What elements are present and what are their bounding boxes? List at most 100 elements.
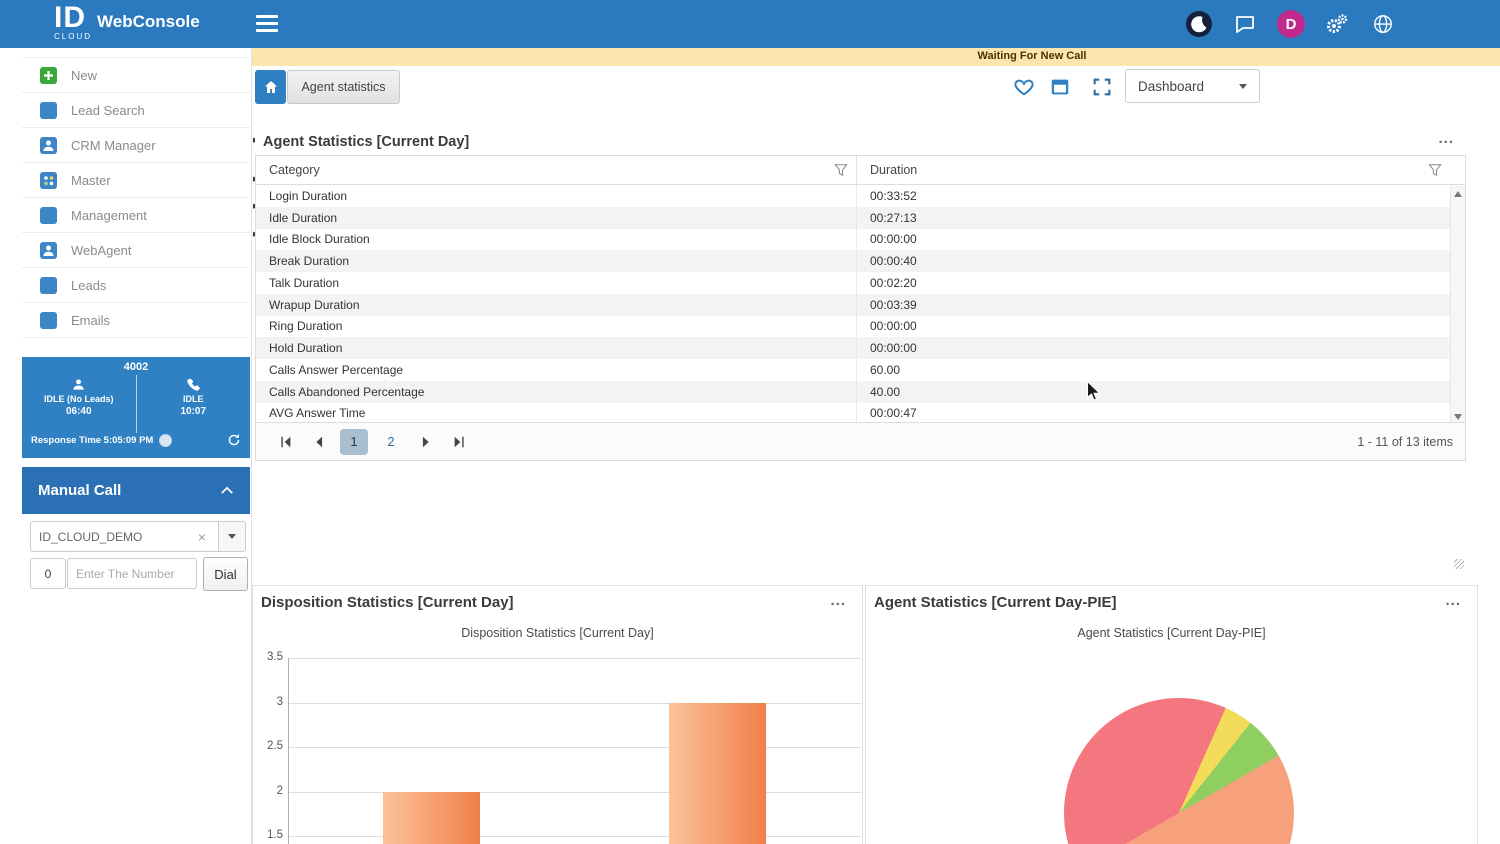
column-label: Duration [870,163,917,177]
tab-agent-statistics[interactable]: Agent statistics [287,70,400,104]
dashboard-toolbar [1010,73,1116,101]
clear-icon[interactable]: × [194,529,210,545]
widget-title: Agent Statistics [Current Day] [263,134,469,150]
table-row[interactable]: Hold Duration 00:00:00 [256,337,1450,359]
refresh-icon[interactable] [227,433,241,447]
grid-header: Category Duration [256,156,1465,185]
filter-icon[interactable] [1428,163,1442,177]
chat-icon[interactable] [1228,7,1262,41]
sidebar-item-lead-search[interactable]: Lead Search [22,93,250,128]
table-row[interactable]: Login Duration 00:33:52 [256,185,1450,207]
sidebar-item-management[interactable]: Management [22,198,250,233]
tab-label: Agent statistics [301,80,385,94]
modules-grid-icon [40,172,57,189]
duration-cell: 60.00 [856,359,1450,381]
table-row[interactable]: Ring Duration 00:00:00 [256,316,1450,338]
duration-cell: 00:00:00 [856,316,1450,338]
duration-cell: 00:00:47 [856,403,1450,425]
first-page-button[interactable] [274,430,298,454]
table-row[interactable]: Talk Duration 00:02:20 [256,272,1450,294]
column-label: Category [269,163,320,177]
settings-gears-icon[interactable] [1320,7,1354,41]
grid-body: Login Duration 00:33:52 Idle Duration 00… [256,185,1450,424]
sidebar-item-new[interactable]: New [22,58,250,93]
table-row[interactable]: Wrapup Duration 00:03:39 [256,294,1450,316]
dial-button[interactable]: Dial [203,557,248,591]
phone-state-time: 10:07 [180,406,206,417]
sidebar-menu: New Lead Search CRM Manager Master Manag… [22,57,250,338]
grid-scrollbar[interactable] [1450,186,1465,425]
home-tab[interactable] [255,70,286,104]
table-row[interactable]: Idle Duration 00:27:13 [256,207,1450,229]
category-cell: Break Duration [256,254,856,268]
dashboard-select[interactable]: Dashboard [1125,69,1260,103]
widget-window-icon[interactable] [1046,73,1074,101]
campaign-dropdown-button[interactable] [219,521,246,552]
user-avatar[interactable]: D [1274,7,1308,41]
table-row[interactable]: Idle Block Duration 00:00:00 [256,229,1450,251]
prefix-field[interactable] [30,558,66,589]
previous-page-button[interactable] [307,430,331,454]
campaign-value-box: ID_CLOUD_DEMO × [30,521,219,552]
pie-chart-title: Agent Statistics [Current Day-PIE] [866,626,1477,640]
logo-cloud-text: CLOUD [54,32,92,41]
app-logo: ID CLOUD WebConsole [54,3,200,41]
duration-cell: 40.00 [856,381,1450,403]
sidebar-item-label: CRM Manager [71,138,156,153]
page-button-2[interactable]: 2 [377,429,405,455]
table-row[interactable]: Calls Answer Percentage 60.00 [256,359,1450,381]
campaign-combobox[interactable]: ID_CLOUD_DEMO × [30,521,246,552]
hamburger-menu-icon[interactable] [256,15,280,33]
column-header-duration[interactable]: Duration [856,156,1450,184]
person-icon [40,242,57,259]
bar-series-bar [383,792,480,844]
widget-menu-button[interactable]: ... [1445,592,1461,609]
widget-resize-handle[interactable] [1454,559,1464,569]
logo-id-text: ID [54,3,86,33]
category-cell: Wrapup Duration [256,298,856,312]
sidebar-item-master[interactable]: Master [22,163,250,198]
agent-state-column: IDLE (No Leads) 06:40 [22,375,136,433]
phone-icon [186,377,201,392]
next-page-button[interactable] [414,430,438,454]
dark-mode-moon-icon[interactable] [1182,7,1216,41]
category-cell: Login Duration [256,189,856,203]
page-button-1[interactable]: 1 [340,429,368,455]
category-cell: Idle Block Duration [256,232,856,246]
scroll-down-icon[interactable] [1454,414,1462,420]
duration-cell: 00:03:39 [856,294,1450,316]
sidebar-item-emails[interactable]: Emails [22,303,250,338]
phone-state-column: IDLE 10:07 [136,375,251,433]
table-row[interactable]: Break Duration 00:00:40 [256,250,1450,272]
grid-pager: 1 2 1 - 11 of 13 items [256,422,1465,460]
pager-info: 1 - 11 of 13 items [1357,435,1453,449]
plus-icon [40,67,57,84]
home-icon [263,79,279,95]
sidebar-item-crm-manager[interactable]: CRM Manager [22,128,250,163]
table-row[interactable]: AVG Answer Time 00:00:47 [256,403,1450,425]
agent-statistics-widget: Agent Statistics [Current Day] ... Categ… [255,128,1468,572]
module-icon [40,102,57,119]
table-row[interactable]: Calls Abandoned Percentage 40.00 [256,381,1450,403]
phone-number-field[interactable] [67,558,197,589]
category-cell: Ring Duration [256,319,856,333]
fullscreen-icon[interactable] [1088,73,1116,101]
sidebar-item-webagent[interactable]: WebAgent [22,233,250,268]
widget-menu-button[interactable]: ... [1438,130,1454,147]
scroll-up-icon[interactable] [1454,191,1462,197]
duration-cell: 00:00:00 [856,229,1450,251]
last-page-button[interactable] [447,430,471,454]
filter-icon[interactable] [834,163,848,177]
dial-row: Dial [30,557,248,591]
module-icon [40,312,57,329]
duration-cell: 00:00:00 [856,337,1450,359]
manual-call-header[interactable]: Manual Call [22,467,250,514]
avatar-initial: D [1277,10,1305,38]
favorite-heart-icon[interactable] [1010,73,1038,101]
sidebar-item-leads[interactable]: Leads [22,268,250,303]
logo-id-block: ID CLOUD [54,3,92,41]
agent-person-icon [71,377,86,392]
sidebar-item-label: New [71,68,97,83]
column-header-category[interactable]: Category [256,156,856,184]
globe-icon[interactable] [1366,7,1400,41]
